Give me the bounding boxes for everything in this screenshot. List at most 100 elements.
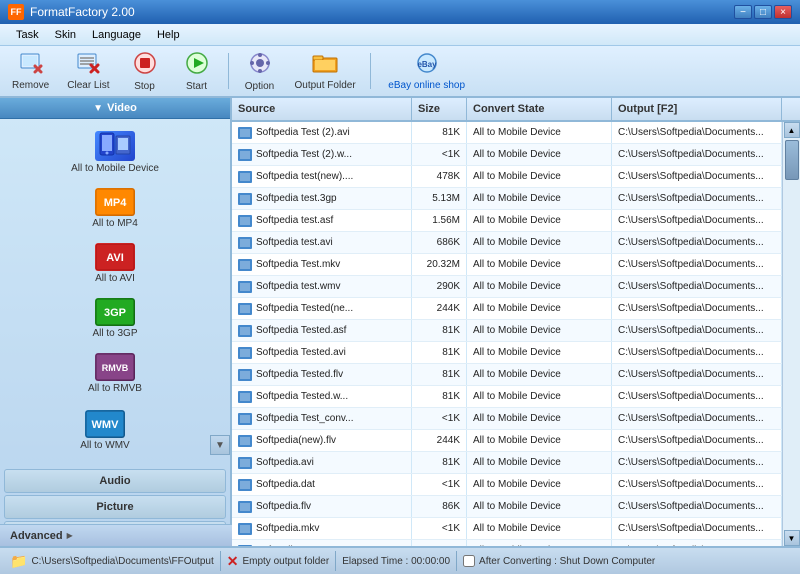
toolbar-separator-1 [228,53,229,89]
cell-output: C:\Users\Softpedia\Documents... [612,518,782,539]
table-row[interactable]: Softpedia test.asf1.56MAll to Mobile Dev… [232,210,782,232]
table-row[interactable]: Softpedia Tested(ne...244KAll to Mobile … [232,298,782,320]
table-row[interactable]: Softpedia Tested.asf81KAll to Mobile Dev… [232,320,782,342]
cell-source: Softpedia Tested.asf [232,320,412,341]
status-path-section: 📁 C:\Users\Softpedia\Documents\FFOutput [4,551,221,571]
cell-convert: All to Mobile Device [467,518,612,539]
cell-convert: All to Mobile Device [467,430,612,451]
sidebar-item-wmv[interactable]: WMV All to WMV [8,404,202,457]
after-converting-checkbox[interactable] [463,555,475,567]
source-text: Softpedia Test_conv... [256,413,353,424]
table-row[interactable]: Softpedia.flv86KAll to Mobile DeviceC:\U… [232,496,782,518]
cell-size: 244K [412,430,467,451]
col-header-scroll [782,98,800,120]
file-icon [238,171,252,183]
minimize-button[interactable]: − [734,5,752,19]
cell-convert: All to Mobile Device [467,364,612,385]
table-row[interactable]: Softpedia.mov1.12MAll to Mobile DeviceC:… [232,540,782,546]
cell-convert: All to Mobile Device [467,540,612,546]
clear-list-icon [76,52,100,78]
rmvb-label: All to RMVB [88,383,142,394]
cell-convert: All to Mobile Device [467,386,612,407]
cell-output: C:\Users\Softpedia\Documents... [612,144,782,165]
table-row[interactable]: Softpedia.dat<1KAll to Mobile DeviceC:\U… [232,474,782,496]
cell-output: C:\Users\Softpedia\Documents... [612,452,782,473]
cell-source: Softpedia Tested(ne... [232,298,412,319]
clear-list-button[interactable]: Clear List [59,49,117,93]
ebay-button[interactable]: eBay eBay online shop [377,49,477,93]
stop-button[interactable]: Stop [120,49,170,93]
table-row[interactable]: Softpedia Test.mkv20.32MAll to Mobile De… [232,254,782,276]
menu-task[interactable]: Task [8,27,47,43]
cell-convert: All to Mobile Device [467,408,612,429]
cell-size: 81K [412,122,467,143]
table-row[interactable]: Softpedia.mkv<1KAll to Mobile DeviceC:\U… [232,518,782,540]
sidebar-item-avi[interactable]: AVI All to AVI [8,237,222,290]
advanced-arrow-icon: ▶ [67,531,73,540]
remove-button[interactable]: Remove [4,49,57,93]
sidebar-item-3gp[interactable]: 3GP All to 3GP [8,292,222,345]
video-arrow-icon: ▼ [93,103,103,114]
menu-skin[interactable]: Skin [47,27,84,43]
table-row[interactable]: Softpedia Tested.flv81KAll to Mobile Dev… [232,364,782,386]
table-row[interactable]: Softpedia test.avi686KAll to Mobile Devi… [232,232,782,254]
clear-list-label: Clear List [67,80,109,91]
table-row[interactable]: Softpedia Test_conv... <1KAll to Mobile D… [232,408,782,430]
sidebar-picture[interactable]: Picture [4,495,226,519]
remove-label: Remove [12,80,49,91]
output-folder-button[interactable]: Output Folder [287,49,364,93]
wmv-label: All to WMV [80,440,129,451]
scrollbar[interactable]: ▲ ▼ [782,122,800,546]
source-text: Softpedia Tested(ne... [256,303,353,314]
cell-output: C:\Users\Softpedia\Documents... [612,254,782,275]
file-icon [238,501,252,513]
status-empty-section[interactable]: ✕ Empty output folder [221,551,336,571]
col-header-size: Size [412,98,467,120]
cell-convert: All to Mobile Device [467,276,612,297]
cell-output: C:\Users\Softpedia\Documents... [612,386,782,407]
start-button[interactable]: Start [172,49,222,93]
start-icon [184,51,210,79]
output-folder-label: Output Folder [295,80,356,91]
scroll-down-button[interactable]: ▼ [784,530,800,546]
source-text: Softpedia test.avi [256,237,333,248]
cell-size: <1K [412,474,467,495]
maximize-button[interactable]: □ [754,5,772,19]
video-section-header[interactable]: ▼ Video [0,98,230,119]
cell-output: C:\Users\Softpedia\Documents... [612,320,782,341]
cell-convert: All to Mobile Device [467,210,612,231]
table-row[interactable]: Softpedia(new).flv244KAll to Mobile Devi… [232,430,782,452]
start-label: Start [186,81,207,92]
source-text: Softpedia Tested.asf [256,325,346,336]
table-body[interactable]: Softpedia Test (2).avi81KAll to Mobile D… [232,122,782,546]
table-row[interactable]: Softpedia Tested.avi81KAll to Mobile Dev… [232,342,782,364]
wmv-icon: WMV [85,410,125,438]
scroll-thumb[interactable] [785,140,799,180]
cell-output: C:\Users\Softpedia\Documents... [612,232,782,253]
scroll-up-button[interactable]: ▲ [784,122,800,138]
sidebar-item-mobile[interactable]: All to Mobile Device [8,125,222,180]
cell-size: <1K [412,408,467,429]
option-button[interactable]: Option [235,49,285,93]
advanced-section[interactable]: Advanced ▶ [0,524,232,546]
col-header-output: Output [F2] [612,98,782,120]
title-buttons: − □ × [734,5,792,19]
sidebar-item-mp4[interactable]: MP4 All to MP4 [8,182,222,235]
table-row[interactable]: Softpedia Test (2).avi81KAll to Mobile D… [232,122,782,144]
table-row[interactable]: Softpedia.avi81KAll to Mobile DeviceC:\U… [232,452,782,474]
table-row[interactable]: Softpedia Tested.w...81KAll to Mobile De… [232,386,782,408]
status-x-icon: ✕ [227,553,239,570]
sidebar-item-rmvb[interactable]: RMVB All to RMVB [8,347,222,400]
menu-help[interactable]: Help [149,27,188,43]
table-row[interactable]: Softpedia Test (2).w...<1KAll to Mobile … [232,144,782,166]
table-row[interactable]: Softpedia test(new)....478KAll to Mobile… [232,166,782,188]
svg-text:AVI: AVI [106,252,124,264]
table-row[interactable]: Softpedia test.wmv290KAll to Mobile Devi… [232,276,782,298]
wmv-row: WMV All to WMV ▼ [0,402,230,459]
sidebar-audio[interactable]: Audio [4,469,226,493]
menu-language[interactable]: Language [84,27,149,43]
table-row[interactable]: Softpedia test.3gp5.13MAll to Mobile Dev… [232,188,782,210]
close-button[interactable]: × [774,5,792,19]
cell-size: 5.13M [412,188,467,209]
sidebar-scroll-down[interactable]: ▼ [210,435,230,455]
